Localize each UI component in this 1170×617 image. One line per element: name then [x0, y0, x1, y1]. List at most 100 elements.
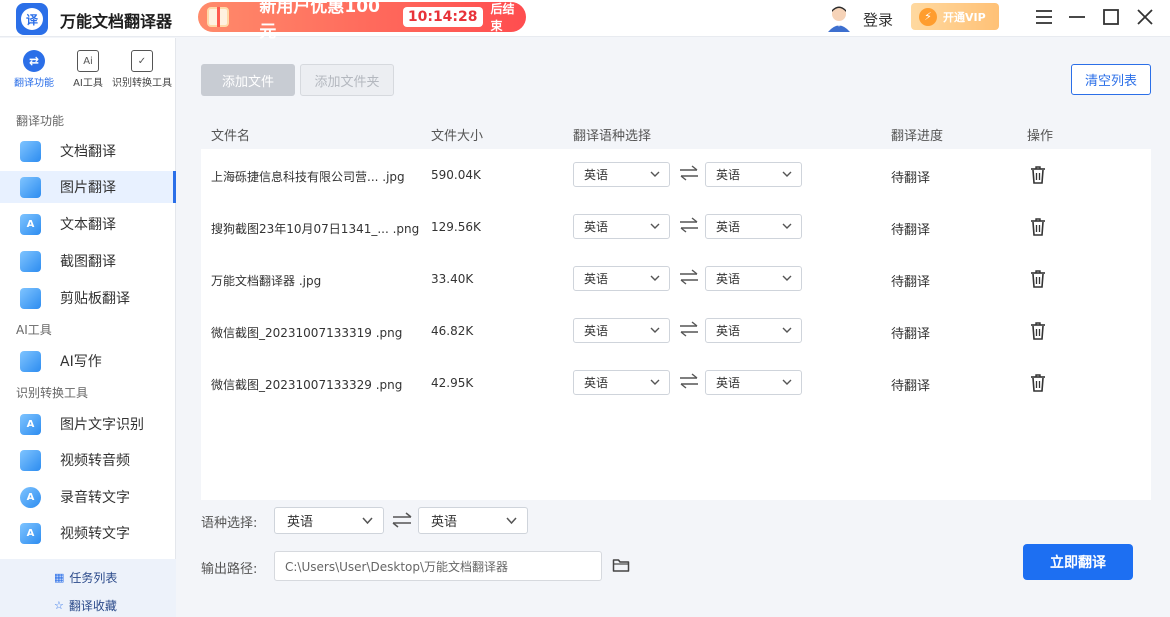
source-language-select[interactable]: 英语	[573, 266, 670, 291]
sidebar-item-label: 视频转文字	[60, 526, 130, 542]
chevron-down-icon	[506, 517, 517, 525]
swap-languages-icon[interactable]	[678, 320, 700, 338]
file-name: 万能文档翻译器 .jpg	[211, 274, 322, 288]
sidebar: ⇄ 翻译功能 Ai AI工具 ✓ 识别转换工具 翻译功能 文档翻译 图片翻译 A…	[0, 38, 176, 617]
task-list-label: 任务列表	[69, 571, 118, 585]
sidebar-item-label: 视频转音频	[60, 453, 130, 469]
source-language-select[interactable]: 英语	[573, 318, 670, 343]
app-logo-glyph: 译	[21, 8, 43, 30]
chevron-down-icon	[782, 275, 792, 281]
favorites-label: 翻译收藏	[68, 599, 117, 613]
trash-icon[interactable]	[1029, 321, 1047, 341]
swap-languages-icon[interactable]	[678, 216, 700, 234]
vip-button[interactable]: ⚡ 开通VIP	[911, 3, 999, 30]
global-target-language-select[interactable]: 英语	[418, 507, 528, 534]
trash-icon[interactable]	[1029, 373, 1047, 393]
source-language-value: 英语	[584, 168, 609, 182]
clear-list-button[interactable]: 清空列表	[1071, 64, 1151, 95]
tab-convert-tools[interactable]: ✓ 识别转换工具	[112, 50, 172, 89]
login-button[interactable]: 登录	[863, 9, 893, 30]
target-language-select[interactable]: 英语	[705, 266, 802, 291]
global-target-language-value: 英语	[431, 515, 458, 530]
target-language-select[interactable]: 英语	[705, 370, 802, 395]
file-name: 微信截图_20231007133319 .png	[211, 326, 403, 340]
sidebar-item-label: 图片翻译	[60, 180, 116, 196]
title-bar: 译 万能文档翻译器 新用户优惠100元 10:14:28 后结束 登录 ⚡ 开通…	[0, 0, 1170, 42]
user-avatar-icon[interactable]	[826, 4, 852, 32]
pen-icon	[20, 350, 41, 372]
sidebar-item-document-translate[interactable]: 文档翻译	[0, 135, 176, 167]
header-filesize: 文件大小	[431, 129, 484, 144]
tab-ai-tools[interactable]: Ai AI工具	[58, 50, 118, 89]
target-language-value: 英语	[716, 168, 741, 182]
ai-icon: Ai	[77, 50, 99, 72]
app-title: 万能文档翻译器	[60, 12, 173, 31]
sidebar-item-ai-writing[interactable]: AI写作	[0, 345, 176, 377]
swap-icon: ⇄	[23, 50, 45, 72]
promo-banner[interactable]: 新用户优惠100元 10:14:28 后结束	[198, 0, 526, 42]
minimize-icon[interactable]	[1066, 6, 1088, 28]
trash-icon[interactable]	[1029, 217, 1047, 237]
global-source-language-value: 英语	[287, 515, 314, 530]
sidebar-item-audio-to-text[interactable]: A 录音转文字	[0, 481, 176, 513]
sidebar-item-label: 文档翻译	[60, 144, 116, 160]
task-list-link[interactable]: ▦ 任务列表	[54, 569, 117, 586]
sidebar-item-screenshot-translate[interactable]: 截图翻译	[0, 245, 176, 277]
video-text-icon: A	[20, 522, 41, 544]
translate-now-button[interactable]: 立即翻译	[1023, 544, 1133, 580]
sidebar-item-label: 文本翻译	[60, 217, 116, 233]
chevron-down-icon	[650, 171, 660, 177]
menu-icon[interactable]	[1033, 6, 1055, 28]
chevron-down-icon	[782, 327, 792, 333]
swap-languages-icon[interactable]	[678, 164, 700, 182]
source-language-value: 英语	[584, 220, 609, 234]
favorites-link[interactable]: ☆ 翻译收藏	[54, 597, 117, 614]
target-language-select[interactable]: 英语	[705, 214, 802, 239]
sidebar-item-video-to-text[interactable]: A 视频转文字	[0, 517, 176, 549]
star-icon: ☆	[54, 599, 64, 612]
promo-text: 新用户优惠100元	[259, 0, 380, 42]
vip-label: 开通VIP	[943, 10, 986, 24]
output-path-label: 输出路径:	[201, 562, 258, 577]
swap-languages-icon[interactable]	[391, 511, 413, 529]
source-language-select[interactable]: 英语	[573, 162, 670, 187]
text-icon: A	[20, 213, 41, 235]
section-title-translate: 翻译功能	[16, 114, 65, 128]
sidebar-item-label: 图片文字识别	[60, 417, 144, 433]
source-language-select[interactable]: 英语	[573, 214, 670, 239]
video-icon	[20, 449, 41, 471]
ocr-icon: A	[20, 413, 41, 435]
global-source-language-select[interactable]: 英语	[274, 507, 384, 534]
sidebar-item-label: AI写作	[60, 354, 102, 370]
maximize-icon[interactable]	[1100, 6, 1122, 28]
target-language-select[interactable]: 英语	[705, 318, 802, 343]
source-language-select[interactable]: 英语	[573, 370, 670, 395]
add-file-button[interactable]: 添加文件	[201, 64, 295, 96]
output-path-input[interactable]: C:\Users\User\Desktop\万能文档翻译器	[274, 551, 602, 581]
add-folder-button[interactable]: 添加文件夹	[300, 64, 394, 96]
translation-status: 待翻译	[891, 171, 931, 186]
file-name: 上海砾捷信息科技有限公司营... .jpg	[211, 170, 405, 184]
sidebar-item-image-translate[interactable]: 图片翻译	[0, 171, 176, 203]
target-language-select[interactable]: 英语	[705, 162, 802, 187]
close-icon[interactable]	[1134, 6, 1156, 28]
trash-icon[interactable]	[1029, 269, 1047, 289]
sidebar-item-video-to-audio[interactable]: 视频转音频	[0, 444, 176, 476]
file-name: 微信截图_20231007133329 .png	[211, 378, 403, 392]
sidebar-item-label: 剪贴板翻译	[60, 291, 130, 307]
sidebar-item-image-ocr[interactable]: A 图片文字识别	[0, 408, 176, 440]
file-size: 590.04K	[431, 168, 481, 182]
folder-icon[interactable]	[612, 557, 630, 573]
list-icon: ▦	[54, 571, 65, 584]
sidebar-item-text-translate[interactable]: A 文本翻译	[0, 208, 176, 240]
table-row: 上海砾捷信息科技有限公司营... .jpg 590.04K 英语 英语 待翻译	[201, 149, 1151, 201]
trash-icon[interactable]	[1029, 165, 1047, 185]
screenshot-icon	[20, 250, 41, 272]
top-tool-tabs: ⇄ 翻译功能 Ai AI工具 ✓ 识别转换工具	[0, 50, 176, 96]
sidebar-item-clipboard-translate[interactable]: 剪贴板翻译	[0, 282, 176, 314]
tab-translate[interactable]: ⇄ 翻译功能	[4, 50, 64, 89]
swap-languages-icon[interactable]	[678, 372, 700, 390]
source-language-value: 英语	[584, 272, 609, 286]
chevron-down-icon	[650, 327, 660, 333]
swap-languages-icon[interactable]	[678, 268, 700, 286]
